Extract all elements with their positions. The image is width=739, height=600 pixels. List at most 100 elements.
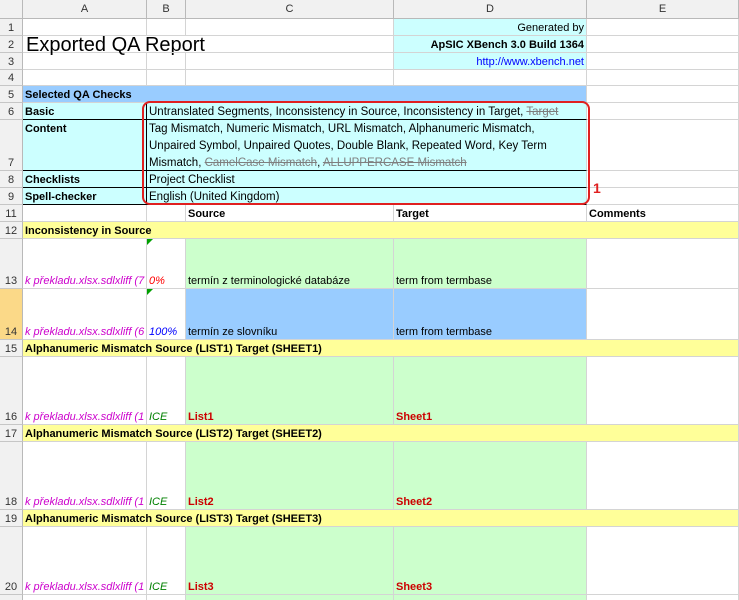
match-cell[interactable]: 0% xyxy=(147,239,186,289)
source-cell[interactable]: termín z terminologické databáze xyxy=(186,239,394,289)
cell-e2[interactable] xyxy=(587,36,739,53)
cell-e1[interactable] xyxy=(587,19,739,36)
target-cell[interactable]: Sheet1 xyxy=(394,357,587,425)
cell-e7[interactable] xyxy=(587,120,739,171)
comments-cell[interactable] xyxy=(587,442,739,510)
content-value-cell[interactable]: Tag Mismatch, Numeric Mismatch, URL Mism… xyxy=(147,120,587,171)
cell-d4[interactable] xyxy=(394,70,587,86)
row-header[interactable]: 13 xyxy=(0,239,23,289)
row-header[interactable]: 5 xyxy=(0,86,23,103)
section-header-cell[interactable]: Inconsistency in Source xyxy=(23,222,739,239)
cell-e4[interactable] xyxy=(587,70,739,86)
file-cell[interactable]: k překladu.xlsx.sdlxliff (1 xyxy=(23,357,147,425)
row-header[interactable]: 2 xyxy=(0,36,23,53)
row-header[interactable]: 20 xyxy=(0,527,23,595)
row-header[interactable]: 14 xyxy=(0,289,23,340)
comments-cell[interactable] xyxy=(587,239,739,289)
basic-label-cell[interactable]: Basic xyxy=(23,103,147,120)
qa-checks-heading-cell[interactable]: Selected QA Checks xyxy=(23,86,587,103)
row-header[interactable]: 15 xyxy=(0,340,23,357)
target-cell[interactable]: Sheet2 xyxy=(394,442,587,510)
match-value: ICE xyxy=(149,496,168,508)
comments-cell[interactable] xyxy=(587,527,739,595)
match-cell[interactable]: ICE xyxy=(147,527,186,595)
source-header-cell[interactable]: Source xyxy=(186,205,394,222)
file-cell[interactable]: k překladu.xlsx.sdlxliff (1 xyxy=(23,442,147,510)
cell-e8[interactable] xyxy=(587,171,739,188)
source-text: List3 xyxy=(188,581,214,593)
source-cell[interactable]: List2 xyxy=(186,442,394,510)
row-header[interactable] xyxy=(0,595,23,600)
cell-b21[interactable] xyxy=(147,595,186,600)
cell-e9[interactable] xyxy=(587,188,739,205)
row-header[interactable]: 6 xyxy=(0,103,23,120)
cell-a11[interactable] xyxy=(23,205,147,222)
column-header-e[interactable]: E xyxy=(587,0,739,19)
target-cell[interactable]: term from termbase xyxy=(394,239,587,289)
source-cell[interactable]: List1 xyxy=(186,357,394,425)
checklists-value-cell[interactable]: Project Checklist xyxy=(147,171,587,188)
cell-e5[interactable] xyxy=(587,86,739,103)
cell-b4[interactable] xyxy=(147,70,186,86)
comments-header-cell[interactable]: Comments xyxy=(587,205,739,222)
target-header-cell[interactable]: Target xyxy=(394,205,587,222)
cell-e21[interactable] xyxy=(587,595,739,600)
cell-e6[interactable] xyxy=(587,103,739,120)
row-header[interactable]: 8 xyxy=(0,171,23,188)
cell-b11[interactable] xyxy=(147,205,186,222)
cell-c4[interactable] xyxy=(186,70,394,86)
section-header-cell[interactable]: Alphanumeric Mismatch Source (LIST2) Tar… xyxy=(23,425,739,442)
match-cell[interactable]: ICE xyxy=(147,442,186,510)
cell-c1[interactable] xyxy=(186,19,394,36)
row-header[interactable]: 4 xyxy=(0,70,23,86)
row-header[interactable]: 12 xyxy=(0,222,23,239)
cell-d21[interactable] xyxy=(394,595,587,600)
match-cell[interactable]: 100% xyxy=(147,289,186,340)
cell-c2[interactable] xyxy=(186,36,394,53)
row-header[interactable]: 16 xyxy=(0,357,23,425)
file-cell[interactable]: k překladu.xlsx.sdlxliff (6 xyxy=(23,289,147,340)
cell-d2[interactable]: ApSIC XBench 3.0 Build 1364 xyxy=(394,36,587,53)
comments-cell[interactable] xyxy=(587,357,739,425)
row-header[interactable]: 1 xyxy=(0,19,23,36)
column-header-d[interactable]: D xyxy=(394,0,587,19)
row-header[interactable]: 7 xyxy=(0,120,23,171)
row-header[interactable]: 9 xyxy=(0,188,23,205)
target-cell[interactable]: Sheet3 xyxy=(394,527,587,595)
spell-checker-label-cell[interactable]: Spell-checker xyxy=(23,188,147,205)
target-cell[interactable]: term from termbase xyxy=(394,289,587,340)
checklists-label-cell[interactable]: Checklists xyxy=(23,171,147,188)
cell-c21[interactable] xyxy=(186,595,394,600)
source-cell[interactable]: termín ze slovníku xyxy=(186,289,394,340)
cell-b3[interactable] xyxy=(147,53,186,70)
column-header-c[interactable]: C xyxy=(186,0,394,19)
cell-b2[interactable] xyxy=(147,36,186,53)
section-header-cell[interactable]: Alphanumeric Mismatch Source (LIST1) Tar… xyxy=(23,340,739,357)
cell-e3[interactable] xyxy=(587,53,739,70)
cell-c3[interactable] xyxy=(186,53,394,70)
column-header-b[interactable]: B xyxy=(147,0,186,19)
column-header-a[interactable]: A xyxy=(23,0,147,19)
xbench-link[interactable]: http://www.xbench.net xyxy=(474,56,586,69)
match-cell[interactable]: ICE xyxy=(147,357,186,425)
file-cell[interactable]: k překladu.xlsx.sdlxliff (1 xyxy=(23,527,147,595)
cell-a3[interactable] xyxy=(23,53,147,70)
row-header[interactable]: 18 xyxy=(0,442,23,510)
row-header[interactable]: 3 xyxy=(0,53,23,70)
source-cell[interactable]: List3 xyxy=(186,527,394,595)
cell-a4[interactable] xyxy=(23,70,147,86)
section-header-cell[interactable]: Alphanumeric Mismatch Source (LIST3) Tar… xyxy=(23,510,739,527)
row-header[interactable]: 11 xyxy=(0,205,23,222)
content-label-cell[interactable]: Content xyxy=(23,120,147,171)
spell-checker-value-cell[interactable]: English (United Kingdom) xyxy=(147,188,587,205)
cell-a21[interactable] xyxy=(23,595,147,600)
comments-cell[interactable] xyxy=(587,289,739,340)
cell-a2[interactable]: Exported QA Report xyxy=(23,34,205,56)
row-header[interactable]: 19 xyxy=(0,510,23,527)
file-cell[interactable]: k překladu.xlsx.sdlxliff (7 xyxy=(23,239,147,289)
cell-d3[interactable]: http://www.xbench.net xyxy=(394,53,587,70)
select-all-corner[interactable] xyxy=(0,0,23,19)
cell-d1[interactable]: Generated by xyxy=(394,19,587,36)
row-header[interactable]: 17 xyxy=(0,425,23,442)
basic-value-cell[interactable]: Untranslated Segments, Inconsistency in … xyxy=(147,103,587,120)
